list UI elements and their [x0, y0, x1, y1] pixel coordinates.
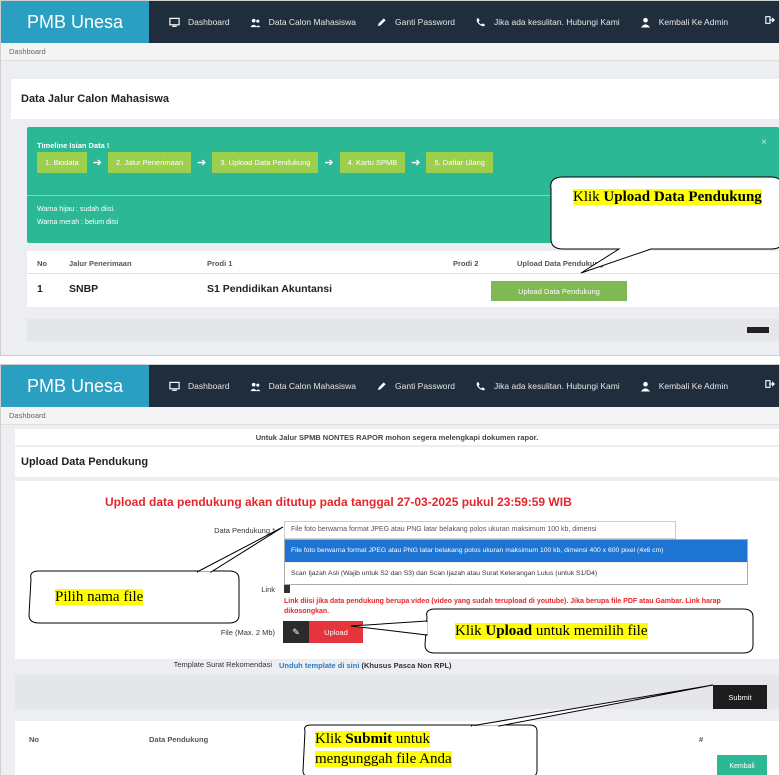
screenshot-upload-form: PMB Unesa Dashboard Data Calon Mahasiswa…	[0, 364, 780, 776]
callout-submit-line2: mengunggah file Anda	[315, 751, 452, 767]
callout-bubble-upload	[550, 176, 779, 274]
callout-submit-bold: Submit	[345, 731, 393, 747]
callout-pre: Klik	[573, 189, 604, 205]
callout-upload-text: Klik Upload Data Pendukung	[573, 187, 762, 207]
screenshot-data-jalur: PMB Unesa Dashboard Data Calon Mahasiswa…	[0, 0, 780, 356]
callout-file-text: Pilih nama file	[55, 587, 144, 607]
callout-upload-post: untuk memilih file	[532, 623, 648, 639]
callout-shapes	[28, 526, 754, 775]
callout-upload-bold: Upload	[485, 623, 533, 639]
callout-upload-text: Klik Upload untuk memilih file	[455, 621, 648, 641]
callout-submit-pre: Klik	[315, 731, 346, 747]
callout-file-label: Pilih nama file	[55, 589, 144, 605]
callout-upload-pre: Klik	[455, 623, 486, 639]
callout-bold: Upload Data Pendukung	[603, 189, 762, 205]
callout-submit-post: untuk	[392, 731, 431, 747]
callout-submit-text: Klik Submit untuk mengunggah file Anda	[315, 729, 452, 769]
